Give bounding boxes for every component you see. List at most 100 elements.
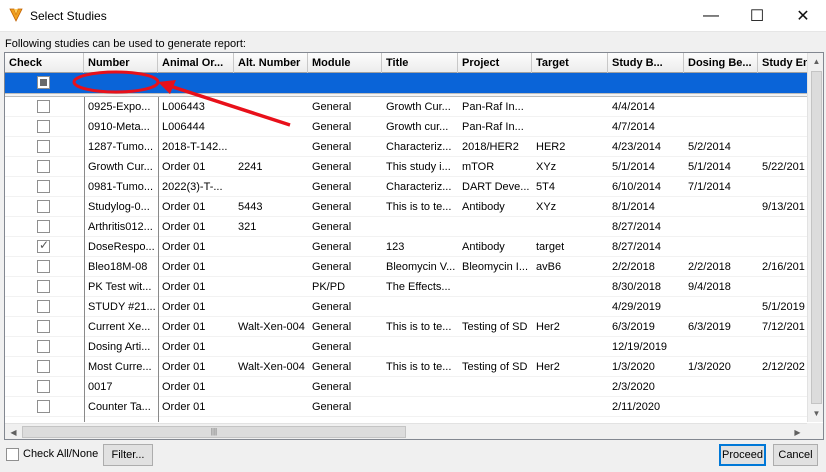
scroll-right-icon[interactable]: ▶ [789,424,806,439]
column-divider [84,97,85,422]
cell-title: The Effects... [386,281,451,293]
column-header-number[interactable]: Number [84,53,158,73]
column-divider [158,97,159,422]
cell-study-begin: 2/3/2020 [612,381,655,393]
cell-dosing-begin [684,197,758,217]
column-header-study-begin[interactable]: Study B... [608,53,684,73]
table-row[interactable]: Growth Cur... Order 01 2241 General This stu… [5,157,807,177]
table-row[interactable]: DoseRespo... Order 01 General 123 Antibody ta… [5,237,807,257]
table-row[interactable]: Counter Ta... Order 01 General 2/11/2020 [5,397,807,417]
column-header-check[interactable]: Check [5,53,84,73]
column-header-dosing-begin[interactable]: Dosing Be... [684,53,758,73]
table-row[interactable]: 0910-Meta... L006444 General Growth cur... P… [5,117,807,137]
table-row[interactable]: Most Curre... Order 01 Walt-Xen-004 General… [5,357,807,377]
scroll-down-icon[interactable]: ▼ [808,405,823,422]
check-all-checkbox[interactable] [6,448,19,461]
row-checkbox[interactable] [37,340,50,353]
cell-project [458,397,532,417]
cell-alt-number: 321 [238,221,257,233]
horizontal-scroll-thumb[interactable]: ||| [22,426,406,438]
number-filter-input[interactable] [84,73,158,93]
cell-module: General [312,221,352,233]
scroll-corner [807,423,823,439]
cell-module: General [312,361,352,373]
column-header-study-ends[interactable]: Study Ends [758,53,807,73]
app-logo-icon [9,8,23,22]
cell-number: Studylog-0... [88,201,150,213]
column-header-animal-order[interactable]: Animal Or... [158,53,234,73]
table-row[interactable]: 0981-Tumo... 2022(3)-T-... General Characte… [5,177,807,197]
cell-number: STUDY #21... [88,301,156,313]
cell-title: 123 [386,241,405,253]
row-checkbox[interactable] [37,360,50,373]
cell-study-ends: 2/12/202 [762,361,805,373]
cancel-button[interactable]: Cancel [773,444,818,466]
cell-dosing-begin [684,297,758,317]
column-header-target[interactable]: Target [532,53,608,73]
row-checkbox[interactable] [37,260,50,273]
row-checkbox[interactable] [37,200,50,213]
row-checkbox[interactable] [37,140,50,153]
filter-button[interactable]: Filter... [103,444,153,466]
cell-study-begin: 4/23/2014 [612,141,661,153]
cell-title: This is to te... [386,361,452,373]
cell-title: Characteriz... [386,141,452,153]
row-checkbox[interactable] [37,220,50,233]
cell-project: Antibody [462,241,505,253]
row-checkbox[interactable] [37,300,50,313]
table-row[interactable]: Studylog-0... Order 01 5443 General This is … [5,197,807,217]
table-row[interactable]: Current Xe... Order 01 Walt-Xen-004 General… [5,317,807,337]
row-checkbox[interactable] [37,120,50,133]
column-header-alt-number[interactable]: Alt. Number [234,53,308,73]
row-checkbox[interactable] [37,320,50,333]
scroll-up-icon[interactable]: ▲ [808,53,823,70]
row-checkbox[interactable] [37,160,50,173]
column-header-module[interactable]: Module [308,53,382,73]
table-row[interactable]: PK Test wit... Order 01 PK/PD The Effects..… [5,277,807,297]
row-checkbox[interactable] [37,380,50,393]
cell-dosing-begin [684,97,758,117]
maximize-button[interactable]: ☐ [734,0,780,32]
table-row[interactable]: Arthritis012... Order 01 321 General 8/27/20… [5,217,807,237]
scroll-left-icon[interactable]: ◀ [5,424,22,439]
close-button[interactable]: ✕ [780,0,826,32]
cell-dosing-begin [684,397,758,417]
horizontal-scrollbar[interactable]: ◀ ||| ▶ [5,423,807,439]
table-row[interactable]: 0017 Order 01 General 2/3/2020 [5,377,807,397]
table-row[interactable]: Bleo18M-08 Order 01 General Bleomycin V... B… [5,257,807,277]
row-checkbox[interactable] [37,100,50,113]
window-title: Select Studies [30,9,107,23]
table-row[interactable]: STUDY #21... Order 01 General 4/29/2019 5/1/… [5,297,807,317]
cell-number: Arthritis012... [88,221,153,233]
row-checkbox[interactable] [37,180,50,193]
cell-animal-order: L006444 [162,121,205,133]
proceed-button[interactable]: Proceed [719,444,766,466]
table-row[interactable]: Dosing Arti... Order 01 General 12/19/2019 [5,337,807,357]
row-checkbox[interactable] [37,280,50,293]
table-row[interactable]: 1287-Tumo... 2018-T-142... General Characte… [5,137,807,157]
cell-module: General [312,261,352,273]
row-checkbox[interactable] [37,238,50,253]
cell-project: Pan-Raf In... [462,121,524,133]
cell-study-ends: 5/1/2019 [762,301,805,313]
cell-title: Bleomycin V... [386,261,456,273]
cell-study-ends: 7/12/201 [762,321,805,333]
cell-study-ends [758,97,807,117]
minimize-button[interactable]: — [688,0,734,32]
row-checkbox[interactable] [37,400,50,413]
column-header-title[interactable]: Title [382,53,458,73]
vertical-scrollbar[interactable]: ▲ ▼ [807,53,823,422]
filter-check-all-checkbox[interactable] [37,76,50,89]
cell-study-begin: 4/29/2019 [612,301,661,313]
vertical-scroll-thumb[interactable] [811,71,822,404]
table-header: Check Number Animal Or... Alt. Number Module… [5,53,807,73]
cell-animal-order: Order 01 [162,161,206,173]
cell-target [532,377,608,397]
cell-alt-number [234,237,308,257]
table-row[interactable]: 0925-Expo... L006443 General Growth Cur... P… [5,97,807,117]
cell-dosing-begin [684,117,758,137]
filter-row[interactable] [5,73,807,93]
cell-target: 5T4 [536,181,555,193]
column-header-project[interactable]: Project [458,53,532,73]
cell-project: mTOR [462,161,495,173]
